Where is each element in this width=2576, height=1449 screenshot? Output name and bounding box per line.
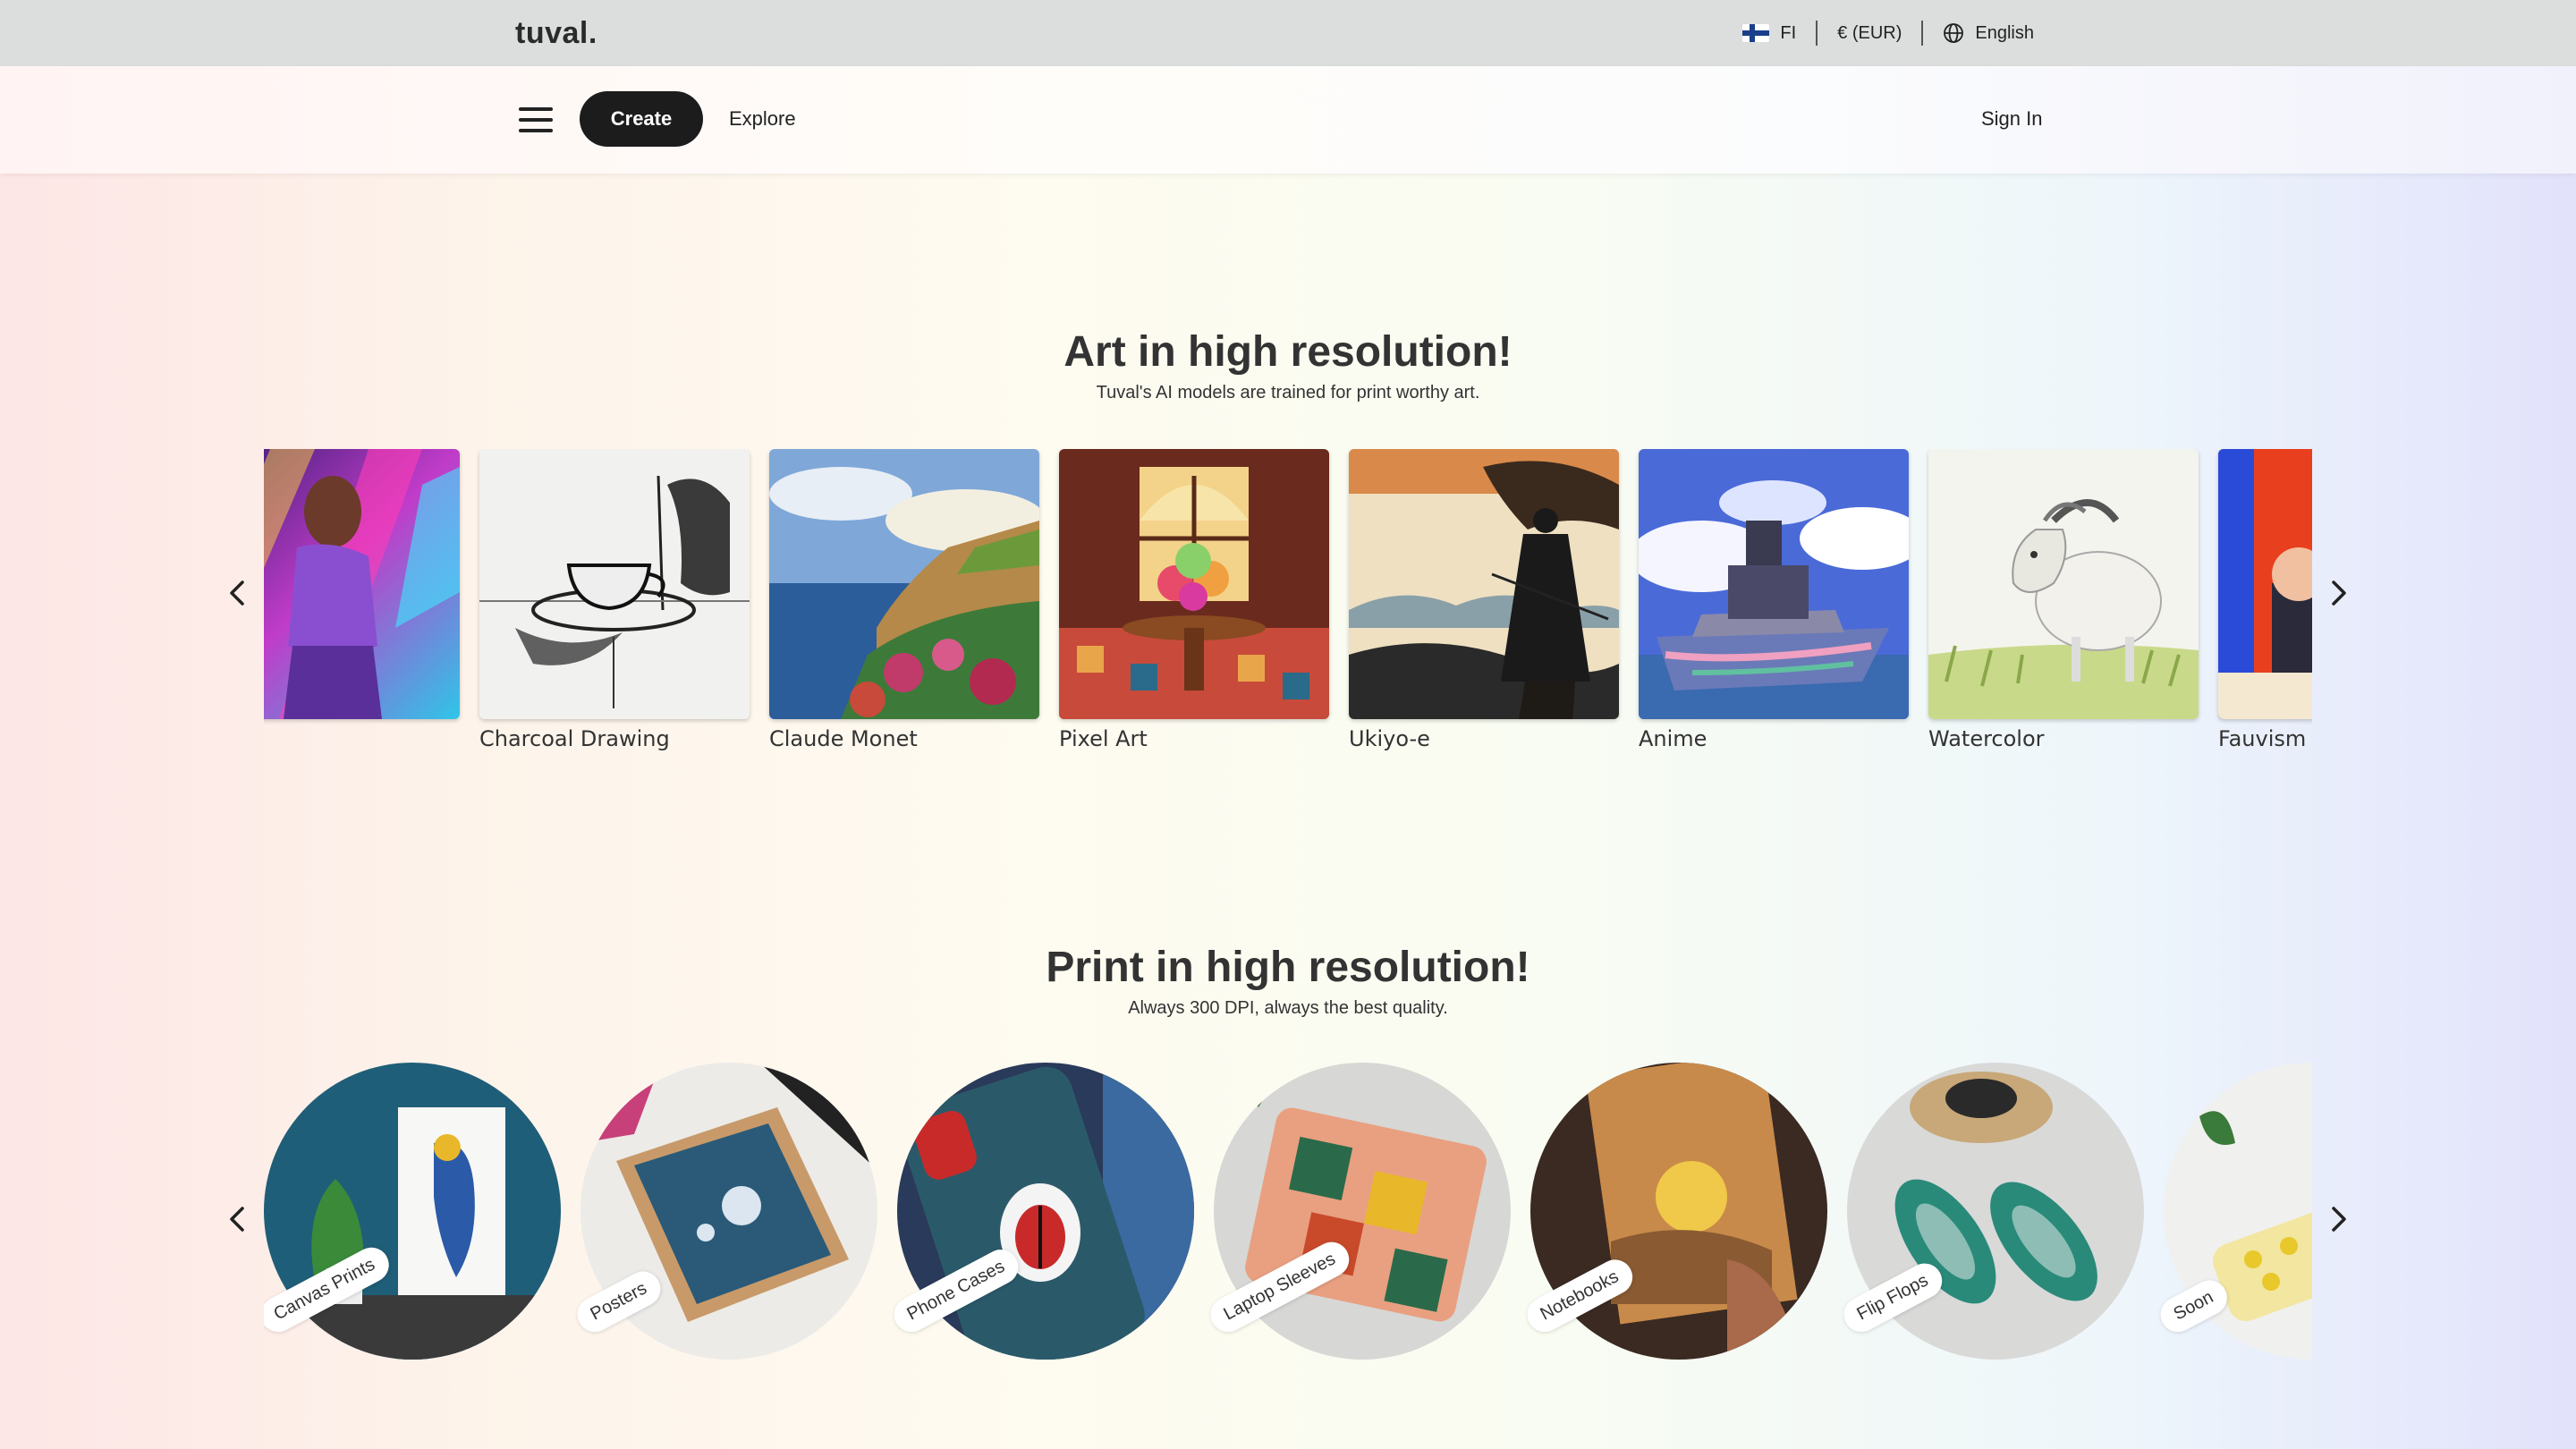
logo[interactable]: tuval.	[515, 16, 597, 51]
styles-carousel[interactable]: Charcoal Drawing Claude Monet Pixel Art …	[264, 449, 2312, 762]
products-prev-button[interactable]	[220, 1201, 256, 1237]
style-thumbnail	[1349, 449, 1619, 719]
product-card[interactable]: Phone Cases	[887, 1063, 1194, 1360]
style-label: Anime	[1639, 726, 1707, 751]
currency-selector[interactable]: € (EUR)	[1818, 23, 1921, 44]
style-thumbnail	[479, 449, 750, 719]
style-thumbnail	[1059, 449, 1329, 719]
create-button[interactable]: Create	[580, 91, 703, 147]
currency-label: € (EUR)	[1837, 22, 1902, 43]
art-section-subtitle: Tuval's AI models are trained for print …	[1096, 383, 1480, 402]
style-thumbnail	[264, 449, 460, 719]
language-label: English	[1975, 22, 2034, 43]
art-section-title: Art in high resolution!	[1063, 328, 1513, 376]
hamburger-icon[interactable]	[519, 107, 553, 132]
print-section-subtitle: Always 300 DPI, always the best quality.	[1128, 998, 1448, 1018]
product-card[interactable]: Posters	[571, 1063, 877, 1360]
style-thumbnail	[1928, 449, 2199, 719]
main-nav: Create Explore Sign In	[0, 66, 2576, 174]
print-section-title: Print in high resolution!	[1046, 944, 1530, 991]
style-label: Fauvism	[2218, 726, 2307, 751]
styles-next-button[interactable]	[2320, 575, 2356, 611]
products-next-button[interactable]	[2320, 1201, 2356, 1237]
product-card[interactable]: Flip Flops	[1837, 1063, 2144, 1360]
style-card[interactable]: Pixel Art	[1059, 449, 1329, 751]
country-selector[interactable]: FI	[1723, 23, 1816, 44]
style-card[interactable]: Charcoal Drawing	[479, 449, 750, 751]
style-card[interactable]: Claude Monet	[769, 449, 1039, 751]
style-card[interactable]	[264, 449, 460, 726]
product-card[interactable]: Notebooks	[1521, 1063, 1827, 1360]
style-card[interactable]: Fauvism	[2218, 449, 2312, 751]
chevron-right-icon	[2332, 580, 2346, 606]
style-label: Ukiyo-e	[1349, 726, 1430, 751]
style-label: Charcoal Drawing	[479, 726, 670, 751]
explore-link[interactable]: Explore	[729, 107, 796, 131]
style-thumbnail	[1639, 449, 1909, 719]
style-label: Claude Monet	[769, 726, 918, 751]
language-selector[interactable]: English	[1923, 22, 2054, 44]
styles-prev-button[interactable]	[220, 575, 256, 611]
product-card[interactable]: Canvas Prints	[264, 1063, 561, 1360]
top-bar: tuval. FI € (EUR) English	[0, 0, 2576, 66]
globe-icon	[1944, 23, 1964, 43]
style-card[interactable]: Anime	[1639, 449, 1909, 751]
chevron-left-icon	[230, 1207, 244, 1232]
style-thumbnail	[769, 449, 1039, 719]
style-label: Watercolor	[1928, 726, 2045, 751]
style-label: Pixel Art	[1059, 726, 1148, 751]
finland-flag-icon	[1742, 24, 1770, 42]
product-card[interactable]: Laptop Sleeves	[1204, 1063, 1511, 1360]
style-thumbnail	[2218, 449, 2312, 719]
chevron-right-icon	[2332, 1207, 2346, 1232]
locale-bar: FI € (EUR) English	[1723, 0, 2054, 66]
style-card[interactable]: Ukiyo-e	[1349, 449, 1619, 751]
style-card[interactable]: Watercolor	[1928, 449, 2199, 751]
chevron-left-icon	[230, 580, 244, 606]
products-carousel[interactable]: Canvas Prints Posters Phone Cases Laptop…	[264, 1063, 2312, 1367]
country-code: FI	[1780, 22, 1797, 43]
sign-in-link[interactable]: Sign In	[1981, 107, 2043, 131]
product-card[interactable]: Soon	[2154, 1063, 2312, 1360]
